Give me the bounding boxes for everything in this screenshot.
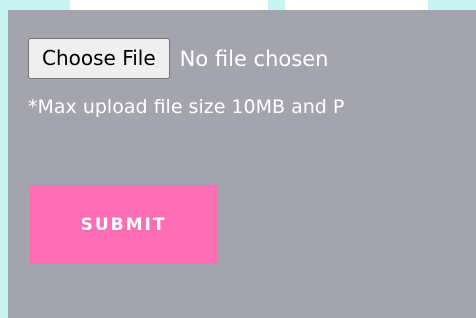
upload-size-hint: *Max upload file size 10MB and P — [28, 96, 345, 118]
file-status-text: No file chosen — [179, 46, 329, 71]
upload-form-panel: Choose File No file chosen *Max upload f… — [8, 10, 476, 318]
choose-file-button[interactable]: Choose File — [28, 38, 170, 79]
top-strip-right — [285, 0, 428, 10]
top-strip-left — [70, 0, 268, 10]
file-input[interactable]: Choose File No file chosen — [28, 38, 328, 79]
submit-button[interactable]: SUBMIT — [29, 185, 218, 264]
